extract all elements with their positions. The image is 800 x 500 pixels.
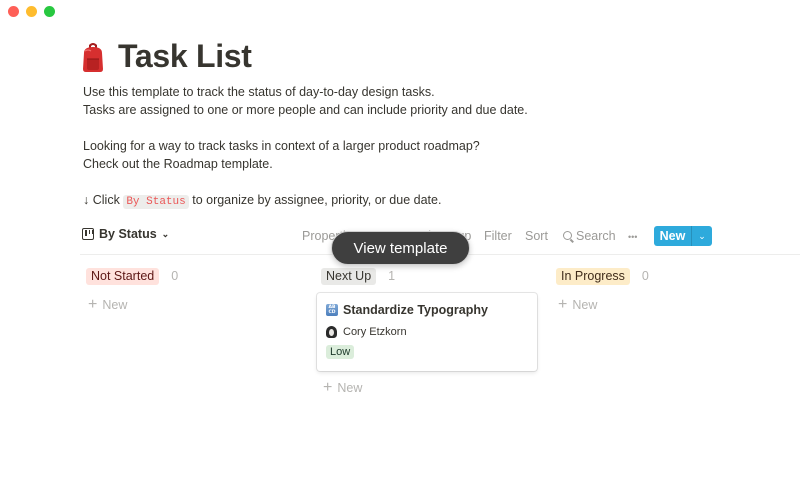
description-line	[83, 173, 528, 191]
description-line	[83, 119, 528, 137]
add-new-card-button[interactable]: + New	[552, 297, 774, 313]
avatar	[326, 326, 337, 338]
add-new-card-button[interactable]: + New	[82, 297, 304, 313]
new-button[interactable]: New ⌄	[654, 226, 712, 246]
minimize-window-button[interactable]	[26, 6, 37, 17]
view-label: By Status	[99, 227, 157, 241]
description-line: Use this template to track the status of…	[83, 85, 435, 99]
add-new-label: New	[102, 298, 128, 312]
assignee-name: Cory Etzkorn	[343, 326, 407, 338]
close-window-button[interactable]	[8, 6, 19, 17]
column-header[interactable]: Next Up 1	[317, 267, 539, 285]
search-icon	[563, 231, 572, 240]
column-header[interactable]: In Progress 0	[552, 267, 774, 285]
column-count: 0	[641, 269, 649, 283]
arrow-down-icon: ↓	[83, 193, 90, 207]
page-header: Task List	[80, 38, 252, 75]
status-tag: Next Up	[321, 267, 377, 285]
hint-suffix: to organize by assignee, priority, or du…	[192, 193, 442, 207]
card-title-row: AB CD Standardize Typography	[326, 301, 528, 319]
column-count: 1	[388, 269, 396, 283]
column-count: 0	[171, 269, 179, 283]
view-selector[interactable]: By Status ⌄	[82, 227, 169, 241]
column-header[interactable]: Not Started 0	[82, 267, 304, 285]
plus-icon: +	[558, 296, 568, 313]
board-column-not-started: Not Started 0 + New	[82, 267, 304, 313]
search-button[interactable]: Search	[563, 229, 616, 243]
view-template-button[interactable]: View template	[331, 231, 470, 265]
page-title: Task List	[118, 38, 252, 74]
hint-prefix: Click	[92, 193, 120, 207]
window-controls	[8, 6, 55, 17]
add-new-label: New	[337, 381, 363, 395]
backpack-icon[interactable]	[80, 41, 106, 73]
add-new-card-button[interactable]: + New	[317, 380, 539, 396]
zoom-window-button[interactable]	[44, 6, 55, 17]
filter-button[interactable]: Filter	[484, 229, 512, 243]
plus-icon: +	[88, 296, 98, 313]
chevron-down-icon: ⌄	[161, 228, 170, 239]
description-line: Check out the Roadmap template.	[83, 157, 273, 171]
board-view-icon	[82, 228, 94, 240]
sort-button[interactable]: Sort	[525, 229, 548, 243]
status-tag: In Progress	[556, 267, 630, 285]
board-column-next-up: Next Up 1 AB CD Standardize Typography C…	[317, 267, 539, 396]
add-new-label: New	[572, 298, 598, 312]
board-card[interactable]: AB CD Standardize Typography Cory Etzkor…	[317, 293, 537, 371]
abcd-icon: AB CD	[326, 304, 338, 316]
description-line: Tasks are assigned to one or more people…	[83, 103, 528, 117]
new-button-label[interactable]: New	[654, 226, 692, 246]
hint-line: ↓ Click By Status to organize by assigne…	[83, 191, 528, 209]
chevron-down-icon[interactable]: ⌄	[692, 226, 712, 246]
search-label: Search	[576, 229, 616, 243]
status-tag: Not Started	[86, 267, 160, 285]
more-options-icon[interactable]: •••	[628, 232, 637, 242]
description-line: Looking for a way to track tasks in cont…	[83, 139, 480, 153]
board-column-in-progress: In Progress 0 + New	[552, 267, 774, 313]
card-title: Standardize Typography	[343, 303, 488, 317]
assignee: Cory Etzkorn	[326, 325, 528, 339]
page-description: Use this template to track the status of…	[83, 83, 528, 209]
inline-code: By Status	[123, 195, 189, 209]
plus-icon: +	[323, 379, 333, 396]
priority-tag: Low	[326, 345, 355, 359]
